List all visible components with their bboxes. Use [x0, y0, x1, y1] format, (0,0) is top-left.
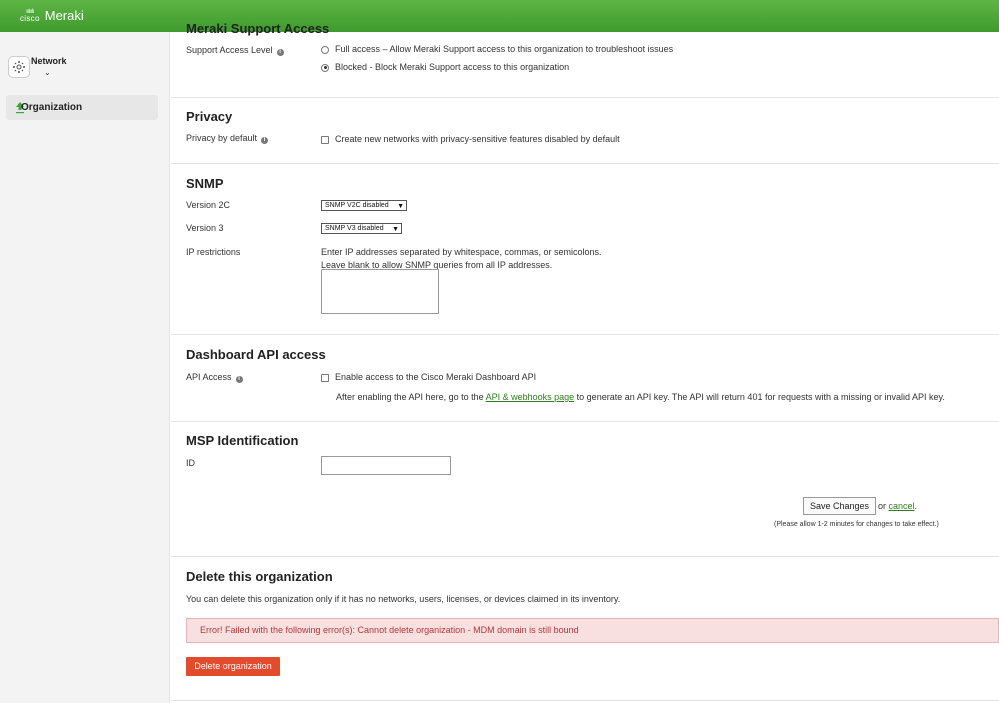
- divider: [171, 700, 999, 701]
- section-title-support: Meraki Support Access: [186, 21, 330, 36]
- snmp-ip-textarea[interactable]: [321, 269, 439, 314]
- main-content: Meraki Support Access Support Access Lev…: [171, 21, 999, 703]
- snmp-v2c-label: Version 2C: [186, 200, 231, 210]
- support-full-access-option[interactable]: Full access – Allow Meraki Support acces…: [321, 44, 673, 54]
- snmp-v2c-select[interactable]: SNMP V2C disabled ▼: [321, 200, 407, 211]
- sidebar-item-organization[interactable]: Organization: [6, 95, 158, 120]
- radio-full-access[interactable]: [321, 45, 329, 54]
- sidebar-item-label: Organization: [21, 102, 83, 113]
- divider: [171, 163, 999, 164]
- delete-organization-button[interactable]: Delete organization: [186, 657, 280, 676]
- section-title-delete: Delete this organization: [186, 569, 333, 584]
- cisco-logo: ıılıılı cisco: [20, 8, 40, 23]
- meraki-logo[interactable]: ıılıılı cisco Meraki: [20, 8, 84, 23]
- save-changes-button[interactable]: Save Changes: [803, 497, 876, 515]
- save-note: (Please allow 1-2 minutes for changes to…: [774, 521, 939, 528]
- snmp-v3-select[interactable]: SNMP V3 disabled ▼: [321, 223, 402, 234]
- divider: [171, 97, 999, 98]
- cancel-wrapper: or cancel.: [878, 501, 918, 511]
- snmp-v3-label: Version 3: [186, 223, 224, 233]
- section-title-snmp: SNMP: [186, 176, 224, 191]
- brand-name: Meraki: [44, 8, 84, 23]
- msp-id-input[interactable]: [321, 456, 451, 475]
- dropdown-arrow-icon: ▼: [392, 226, 399, 233]
- api-webhooks-link[interactable]: API & webhooks page: [486, 392, 575, 402]
- info-icon[interactable]: i: [276, 49, 284, 56]
- sidebar: Network ⌄ Organization: [0, 32, 170, 703]
- privacy-option[interactable]: Create new networks with privacy-sensiti…: [321, 134, 620, 144]
- api-access-label: API Access i: [186, 372, 243, 383]
- sidebar-item-label: Network: [31, 56, 67, 66]
- divider: [171, 421, 999, 422]
- dropdown-arrow-icon: ▼: [397, 203, 404, 210]
- api-access-checkbox[interactable]: [321, 373, 329, 382]
- chevron-down-icon[interactable]: ⌄: [44, 68, 51, 77]
- api-help-text: After enabling the API here, go to the A…: [336, 392, 945, 402]
- top-bar: ıılıılı cisco Meraki: [0, 0, 999, 32]
- divider: [171, 334, 999, 335]
- section-title-privacy: Privacy: [186, 109, 233, 124]
- error-alert: Error! Failed with the following error(s…: [186, 618, 999, 643]
- privacy-label: Privacy by default i: [186, 133, 269, 144]
- snmp-ip-label: IP restrictions: [186, 247, 241, 257]
- section-title-msp: MSP Identification: [186, 433, 299, 448]
- sidebar-item-network[interactable]: Network ⌄: [8, 56, 67, 78]
- msp-id-label: ID: [186, 458, 195, 468]
- support-blocked-option[interactable]: Blocked - Block Meraki Support access to…: [321, 62, 569, 72]
- info-icon[interactable]: i: [261, 137, 269, 144]
- privacy-checkbox[interactable]: [321, 135, 329, 144]
- divider: [171, 556, 999, 557]
- info-icon[interactable]: i: [235, 376, 243, 383]
- cancel-link[interactable]: cancel: [889, 501, 915, 511]
- support-access-label: Support Access Level i: [186, 45, 284, 56]
- section-title-api: Dashboard API access: [186, 347, 326, 362]
- radio-blocked[interactable]: [321, 63, 329, 72]
- network-icon: [8, 56, 30, 78]
- snmp-ip-help-1: Enter IP addresses separated by whitespa…: [321, 247, 602, 257]
- delete-description: You can delete this organization only if…: [186, 594, 621, 604]
- api-access-option[interactable]: Enable access to the Cisco Meraki Dashbo…: [321, 372, 536, 382]
